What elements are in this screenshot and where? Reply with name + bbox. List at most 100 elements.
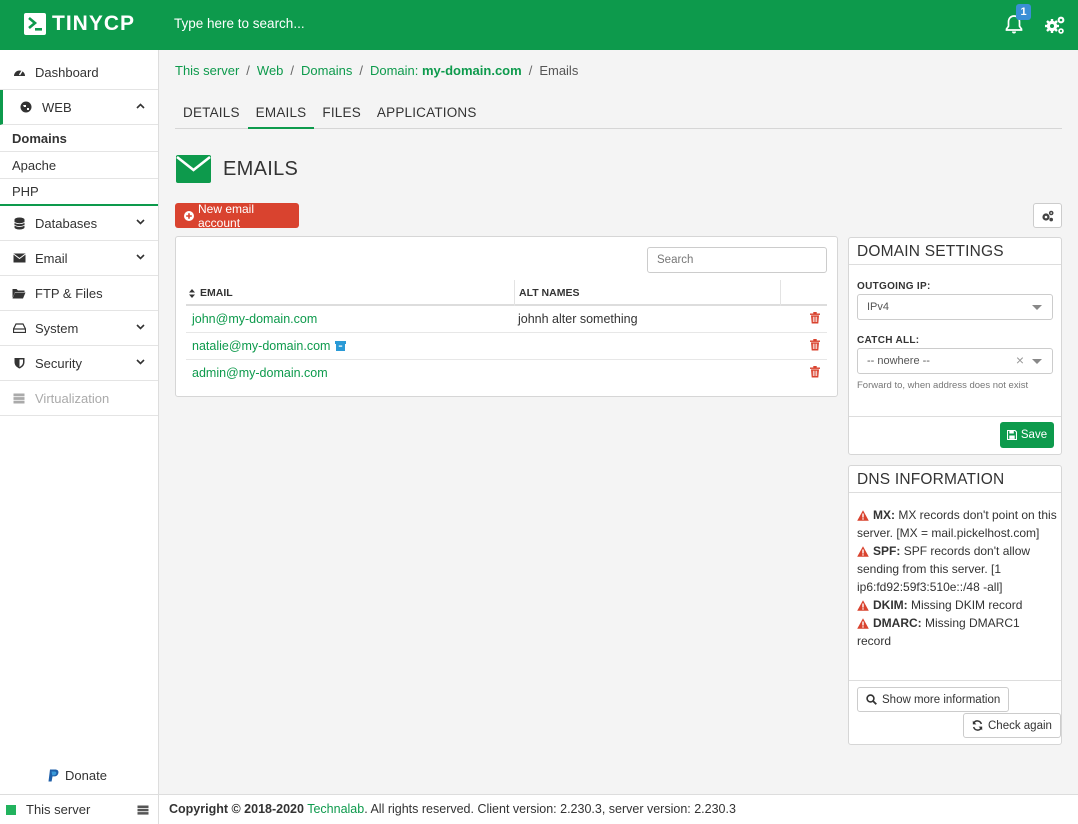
- global-search-input[interactable]: Type here to search...: [174, 16, 305, 31]
- folder-icon: [12, 288, 26, 299]
- server-list-icon[interactable]: [137, 805, 149, 815]
- sidebar-item-system[interactable]: System: [0, 311, 158, 346]
- warning-icon: [857, 618, 869, 629]
- check-again-button[interactable]: Check again: [963, 713, 1061, 738]
- sidebar-item-php[interactable]: PHP: [0, 179, 158, 206]
- sidebar-item-label: Security: [35, 355, 82, 371]
- sidebar-item-email[interactable]: Email: [0, 241, 158, 276]
- warning-icon: [857, 510, 869, 521]
- company-link[interactable]: Technalab: [307, 802, 364, 816]
- warning-icon: [857, 600, 869, 611]
- divider: [849, 416, 1061, 417]
- tab-files[interactable]: FILES: [314, 98, 369, 129]
- email-address: john@my-domain.com: [192, 312, 318, 326]
- breadcrumb-current: Emails: [539, 63, 579, 78]
- breadcrumb-domain-name: my-domain.com: [422, 63, 522, 78]
- sort-icon: [189, 288, 195, 298]
- hdd-icon: [12, 323, 26, 333]
- email-address: natalie@my-domain.com: [192, 339, 331, 353]
- version-text: . All rights reserved. Client version: 2…: [364, 802, 736, 816]
- catch-all-hint: Forward to, when address does not exist: [857, 380, 1029, 391]
- trash-icon[interactable]: [810, 312, 820, 324]
- dns-entry-dkim: DKIM: Missing DKIM record: [857, 596, 1057, 614]
- email-link[interactable]: admin@my-domain.com: [192, 366, 328, 380]
- chevron-down-icon: [136, 219, 145, 225]
- domain-settings-panel: DOMAIN SETTINGS OUTGOING IP: IPv4 CATCH …: [848, 237, 1062, 455]
- email-link[interactable]: john@my-domain.com: [192, 312, 317, 326]
- sidebar-item-label: WEB: [42, 99, 72, 115]
- breadcrumb-web[interactable]: Web: [257, 63, 284, 78]
- server-switcher[interactable]: This server: [0, 794, 158, 824]
- sidebar-item-label: Dashboard: [35, 64, 99, 80]
- save-label: Save: [1020, 429, 1048, 441]
- options-gear-button[interactable]: [1033, 203, 1062, 228]
- table-row: john@my-domain.com johnh alter something: [186, 306, 827, 333]
- breadcrumb-this-server[interactable]: This server: [175, 63, 239, 78]
- column-header-alt-names[interactable]: ALT NAMES: [514, 280, 579, 306]
- sidebar-item-dashboard[interactable]: Dashboard: [0, 55, 158, 90]
- sidebar-item-domains[interactable]: Domains: [0, 125, 158, 152]
- sidebar-item-apache[interactable]: Apache: [0, 152, 158, 179]
- envelope-icon: [176, 155, 211, 183]
- tab-details[interactable]: DETAILS: [175, 98, 248, 129]
- catch-all-label: CATCH ALL:: [857, 335, 920, 346]
- alt-names: johnh alter something: [518, 312, 638, 326]
- email-link[interactable]: natalie@my-domain.com: [192, 339, 347, 353]
- paypal-icon: [48, 769, 59, 782]
- caret-down-icon: [1032, 359, 1042, 364]
- archive-icon: [335, 341, 347, 351]
- show-more-label: Show more information: [882, 693, 1001, 706]
- outgoing-ip-value: IPv4: [867, 301, 890, 313]
- gears-icon: [1041, 210, 1054, 222]
- tab-emails[interactable]: EMAILS: [247, 98, 315, 129]
- catch-all-select[interactable]: -- nowhere -- ×: [857, 348, 1053, 374]
- column-header-label: EMAIL: [200, 287, 233, 299]
- column-header-email[interactable]: EMAIL: [189, 287, 233, 299]
- shield-icon: [12, 357, 26, 369]
- donate-link[interactable]: Donate: [48, 768, 107, 783]
- chevron-up-icon: [136, 103, 145, 109]
- sidebar-item-label: Virtualization: [35, 390, 110, 406]
- breadcrumb-domain-prefix: Domain:: [369, 63, 422, 78]
- table-search-input[interactable]: Search: [647, 247, 827, 273]
- breadcrumb: This server / Web / Domains / Domain: my-domai…: [175, 63, 578, 78]
- breadcrumb-domains[interactable]: Domains: [301, 63, 352, 78]
- server-icon: [12, 393, 26, 404]
- trash-icon[interactable]: [810, 366, 820, 378]
- sidebar: Dashboard WEB Domains Apache PHP Databas…: [0, 50, 159, 824]
- server-status-indicator: [6, 804, 16, 815]
- email-address: admin@my-domain.com: [192, 366, 328, 380]
- show-more-information-button[interactable]: Show more information: [857, 687, 1010, 712]
- tab-applications[interactable]: APPLICATIONS: [369, 98, 485, 129]
- dns-entry-spf: SPF: SPF records don't allow sending fro…: [857, 542, 1057, 596]
- settings-gears-icon[interactable]: [1043, 13, 1067, 37]
- sidebar-item-web[interactable]: WEB: [0, 90, 158, 125]
- new-email-account-button[interactable]: New email account: [175, 202, 299, 230]
- logo[interactable]: TINYCP: [24, 13, 135, 35]
- outgoing-ip-label: OUTGOING IP:: [857, 281, 931, 292]
- footer: Copyright © 2018-2020 Technalab. All rig…: [159, 794, 1078, 824]
- sidebar-item-databases[interactable]: Databases: [0, 206, 158, 241]
- dashboard-icon: [12, 66, 26, 78]
- panel-title: DNS INFORMATION: [849, 466, 1061, 493]
- save-button[interactable]: Save: [1000, 422, 1054, 448]
- sidebar-item-security[interactable]: Security: [0, 346, 158, 381]
- clear-icon[interactable]: ×: [1016, 352, 1024, 368]
- email-table-panel: Search EMAIL ALT NAMES john@my-domain.co…: [175, 236, 838, 397]
- dns-record-type: DMARC:: [873, 616, 922, 630]
- sidebar-item-label: Email: [35, 250, 68, 266]
- outgoing-ip-select[interactable]: IPv4: [857, 294, 1053, 320]
- dns-record-type: MX:: [873, 508, 895, 522]
- dns-record-message: Missing DKIM record: [911, 598, 1023, 612]
- floppy-icon: [1006, 430, 1017, 440]
- trash-icon[interactable]: [810, 339, 820, 351]
- envelope-icon: [12, 253, 26, 263]
- table-header: EMAIL ALT NAMES: [186, 280, 827, 306]
- page-heading: EMAILS: [176, 155, 298, 183]
- breadcrumb-domain[interactable]: Domain: my-domain.com: [370, 63, 522, 78]
- page-title: EMAILS: [223, 157, 299, 180]
- refresh-icon: [972, 720, 983, 731]
- tab-bar: DETAILS EMAILS FILES APPLICATIONS: [175, 98, 1062, 129]
- sidebar-item-ftp-files[interactable]: FTP & Files: [0, 276, 158, 311]
- sidebar-item-virtualization[interactable]: Virtualization: [0, 381, 158, 416]
